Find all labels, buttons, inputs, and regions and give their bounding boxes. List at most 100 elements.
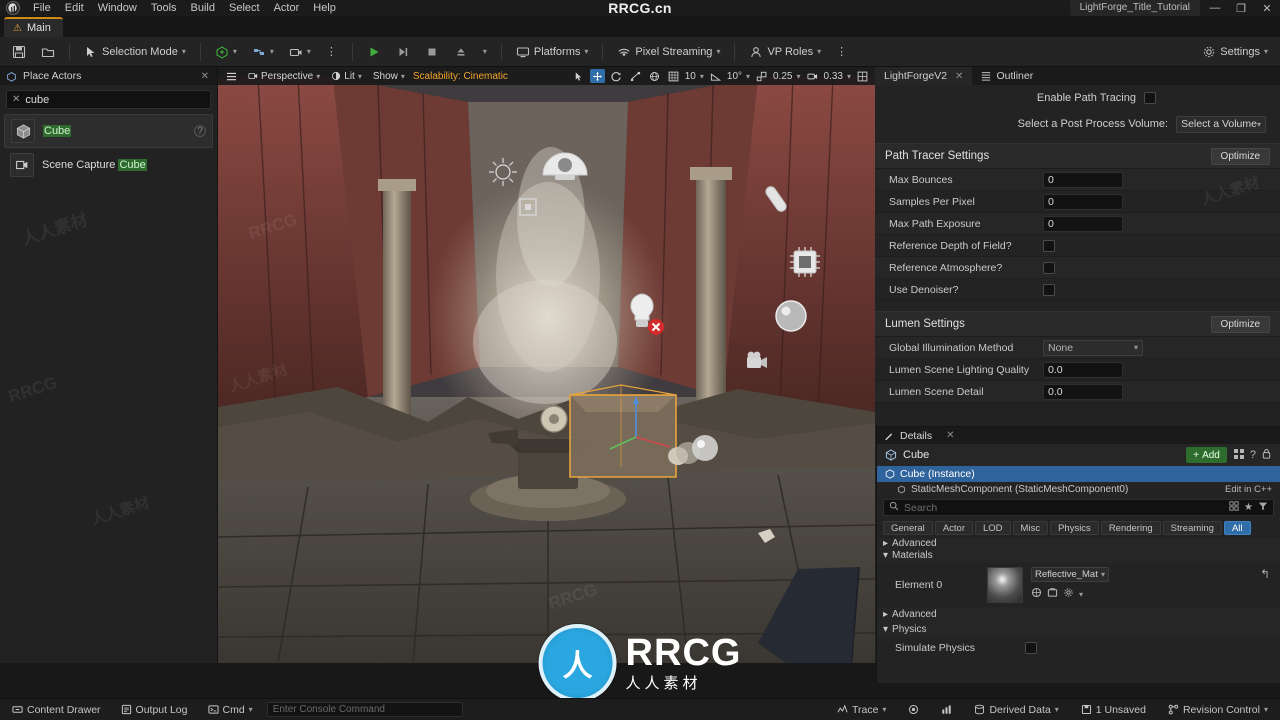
- category-physics[interactable]: ▾ Physics: [877, 622, 1280, 637]
- scalability-label[interactable]: Scalability: Cinematic: [413, 71, 508, 82]
- chevron-down-icon-vp5[interactable]: ▾: [746, 72, 750, 81]
- lumen-detail-input[interactable]: 0.0: [1043, 383, 1123, 400]
- search-input[interactable]: [25, 93, 205, 106]
- scale-tool-icon[interactable]: [628, 69, 643, 83]
- viewport-layout-icon[interactable]: [855, 69, 870, 83]
- lock-icon[interactable]: [1261, 448, 1272, 462]
- lumen-quality-input[interactable]: 0.0: [1043, 361, 1123, 378]
- list-item-scene-capture-cube[interactable]: Scene Capture Cube: [4, 148, 213, 182]
- use-denoiser-checkbox[interactable]: [1043, 283, 1055, 296]
- gi-method-dropdown[interactable]: None ▾: [1043, 339, 1143, 356]
- grid-icon[interactable]: [1233, 448, 1245, 463]
- camera-speed-icon[interactable]: [805, 69, 820, 83]
- record-button[interactable]: [902, 701, 925, 718]
- toolbar-more-button[interactable]: ⋮: [320, 41, 344, 63]
- filter-all[interactable]: All: [1223, 521, 1251, 535]
- content-drawer-button[interactable]: Content Drawer: [6, 701, 107, 718]
- level-viewport[interactable]: x -y: [218, 67, 875, 663]
- edit-in-cpp-link[interactable]: Edit in C++: [1225, 484, 1272, 495]
- filter-icon[interactable]: [1258, 501, 1268, 514]
- blueprints-button[interactable]: ▾: [246, 41, 280, 63]
- max-bounces-input[interactable]: 0: [1043, 171, 1123, 188]
- revision-control-button[interactable]: Revision Control ▾: [1162, 701, 1274, 718]
- chevron-down-icon-vp7[interactable]: ▾: [847, 72, 851, 81]
- filter-misc[interactable]: Misc: [1012, 521, 1049, 535]
- filter-lod[interactable]: LOD: [975, 521, 1011, 535]
- rotate-tool-icon[interactable]: [609, 69, 624, 83]
- grid-snap-value[interactable]: 10: [685, 71, 696, 82]
- tab-outliner[interactable]: Outliner: [972, 67, 1042, 85]
- chevron-down-icon-vp4[interactable]: ▾: [700, 72, 704, 81]
- browse-to-asset-icon[interactable]: [1031, 587, 1042, 601]
- reference-atmosphere-checkbox[interactable]: [1043, 261, 1055, 274]
- component-sub-row[interactable]: StaticMeshComponent (StaticMeshComponent…: [877, 482, 1280, 496]
- minimize-button[interactable]: —: [1202, 0, 1228, 16]
- list-item-cube[interactable]: Cube ?: [4, 114, 213, 148]
- scale-snap-icon[interactable]: [754, 69, 769, 83]
- perspective-button[interactable]: Perspective ▾: [245, 71, 323, 82]
- filter-actor[interactable]: Actor: [934, 521, 973, 535]
- clear-icon[interactable]: ✕: [12, 94, 20, 105]
- maximize-button[interactable]: ❐: [1228, 0, 1254, 16]
- content-browser-button[interactable]: [35, 41, 61, 63]
- path-tracer-optimize-button[interactable]: Optimize: [1210, 147, 1270, 165]
- trace-button[interactable]: Trace ▾: [831, 701, 892, 718]
- lumen-optimize-button[interactable]: Optimize: [1210, 315, 1270, 333]
- category-advanced[interactable]: ▸ Advanced: [877, 607, 1280, 622]
- close-icon[interactable]: ✕: [946, 430, 954, 441]
- close-button[interactable]: ✕: [1254, 0, 1280, 16]
- reset-arrow-icon[interactable]: ↰: [1260, 567, 1270, 581]
- tab-main[interactable]: ⚠ Main: [4, 17, 63, 37]
- tab-lightforgev2[interactable]: LightForgeV2 ✕: [875, 67, 973, 85]
- scale-snap-value[interactable]: 0.25: [773, 71, 792, 82]
- world-coords-icon[interactable]: [647, 69, 662, 83]
- view-mode-button[interactable]: Lit ▾: [328, 71, 365, 82]
- play-options-button[interactable]: ▾: [477, 41, 493, 63]
- max-path-exposure-input[interactable]: 0: [1043, 215, 1123, 232]
- chevron-down-icon-matopt[interactable]: ▾: [1079, 590, 1083, 599]
- grid-snap-icon[interactable]: [666, 69, 681, 83]
- unsaved-button[interactable]: 1 Unsaved: [1075, 701, 1152, 718]
- close-icon[interactable]: ✕: [955, 71, 963, 82]
- enable-path-tracing-checkbox[interactable]: [1144, 92, 1156, 104]
- save-button[interactable]: [6, 41, 32, 63]
- derived-data-button[interactable]: Derived Data ▾: [968, 701, 1064, 718]
- skip-button[interactable]: [390, 41, 416, 63]
- place-actors-tab[interactable]: Place Actors ✕: [0, 67, 217, 85]
- simulate-physics-checkbox[interactable]: [1025, 642, 1037, 654]
- samples-per-pixel-input[interactable]: 0: [1043, 193, 1123, 210]
- category-materials[interactable]: ▾ Materials: [877, 548, 1280, 563]
- material-thumbnail[interactable]: [987, 567, 1023, 603]
- close-icon[interactable]: ✕: [201, 71, 209, 82]
- selection-mode-button[interactable]: Selection Mode ▾: [78, 41, 192, 63]
- camera-speed-value[interactable]: 0.33: [824, 71, 843, 82]
- show-menu-button[interactable]: Show ▾: [370, 71, 408, 82]
- place-actors-search[interactable]: ✕: [6, 90, 211, 109]
- help-icon[interactable]: ?: [1250, 449, 1256, 461]
- reference-dof-checkbox[interactable]: [1043, 239, 1055, 252]
- category-advanced-top[interactable]: ▸ Advanced: [877, 538, 1280, 548]
- add-component-button[interactable]: + Add: [1186, 447, 1227, 463]
- move-tool-icon[interactable]: [589, 69, 605, 83]
- filter-streaming[interactable]: Streaming: [1162, 521, 1222, 535]
- settings-button[interactable]: Settings ▾: [1196, 41, 1274, 63]
- viewport-menu-button[interactable]: [223, 71, 240, 82]
- pixel-streaming-button[interactable]: Pixel Streaming ▾: [611, 41, 726, 63]
- vp-roles-button[interactable]: VP Roles ▾: [743, 41, 827, 63]
- material-options-icon[interactable]: [1063, 587, 1074, 601]
- details-tab-label[interactable]: Details: [900, 430, 932, 442]
- material-dropdown[interactable]: Reflective_Mat ▾: [1031, 567, 1109, 582]
- filter-general[interactable]: General: [883, 521, 933, 535]
- console-command-input[interactable]: Enter Console Command: [266, 702, 463, 717]
- platforms-button[interactable]: Platforms ▾: [510, 41, 594, 63]
- rotation-snap-value[interactable]: 10°: [727, 71, 742, 82]
- stats-button[interactable]: [935, 701, 958, 718]
- select-tool-icon[interactable]: [571, 69, 586, 83]
- project-tab-label[interactable]: LightForge_Title_Tutorial: [1069, 0, 1200, 16]
- stop-button[interactable]: [419, 41, 445, 63]
- play-button[interactable]: [361, 41, 387, 63]
- output-log-button[interactable]: Output Log: [115, 701, 194, 718]
- add-actor-button[interactable]: ▾: [209, 41, 243, 63]
- post-process-volume-dropdown[interactable]: Select a Volume ▾: [1176, 115, 1266, 133]
- toolbar-overflow-button[interactable]: ⋮: [830, 41, 853, 63]
